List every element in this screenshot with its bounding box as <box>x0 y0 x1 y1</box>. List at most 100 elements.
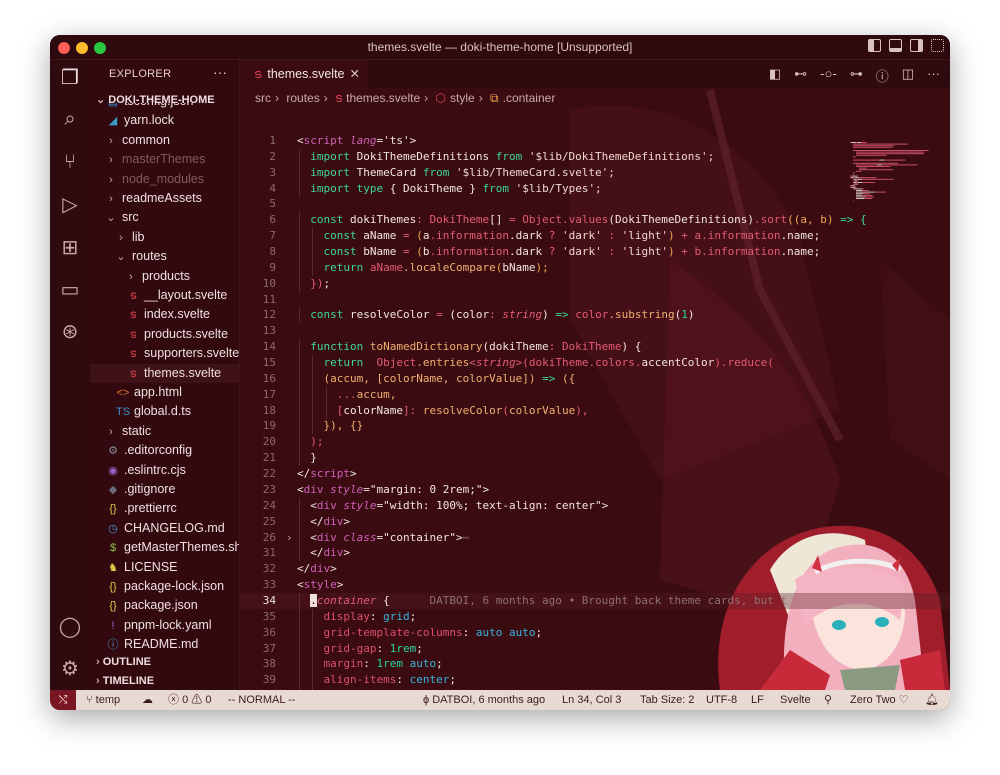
code-token: const <box>310 213 344 227</box>
indent-guide <box>312 624 314 641</box>
code-token: 1rem <box>389 641 417 655</box>
more-actions-icon[interactable]: ··· <box>213 64 227 80</box>
file-item[interactable]: ◆ .gitignore <box>90 480 239 499</box>
language-mode[interactable]: Svelte <box>780 690 811 710</box>
item-label: lib <box>132 229 145 244</box>
code-token: (DokiThemeDefinitions) <box>608 213 755 227</box>
notifications-bell-icon[interactable]: 🔔︎ <box>925 690 939 710</box>
customize-layout-icon[interactable] <box>931 39 944 52</box>
file-item[interactable]: ട index.svelte <box>90 305 239 324</box>
cursor-position[interactable]: Ln 34, Col 3 <box>562 690 621 710</box>
close-window-button[interactable] <box>58 42 70 54</box>
code-token: ) <box>667 245 682 259</box>
line-number: 31 <box>262 546 276 560</box>
feedback-icon[interactable]: ⚲ <box>824 690 832 710</box>
line-number: 22 <box>262 467 276 481</box>
toggle-secondary-sidebar-icon[interactable] <box>910 39 923 52</box>
git-blame-status[interactable]: ϕ DATBOI, 6 months ago <box>423 690 545 710</box>
folder-item[interactable]: › masterThemes <box>90 150 239 169</box>
fold-chevron-icon[interactable]: › <box>286 530 293 546</box>
minimize-window-button[interactable] <box>76 42 88 54</box>
problems-indicator[interactable]: ⓧ 0 ⚠ 0 <box>168 690 211 710</box>
file-item[interactable]: ⓘ README.md <box>90 635 239 653</box>
code-token: string <box>502 308 543 322</box>
account-icon[interactable]: ◯ <box>58 615 82 639</box>
source-control-icon[interactable]: ⑂ <box>58 150 82 174</box>
code-token: ); <box>535 260 549 274</box>
extensions-icon[interactable]: ⊞ <box>58 236 82 260</box>
folder-item[interactable]: ⌄ routes <box>90 247 239 266</box>
file-item[interactable]: {} .prettierrc <box>90 499 239 518</box>
code-token: ; <box>449 673 456 687</box>
code-token: div <box>323 546 344 560</box>
folder-item[interactable]: › node_modules <box>90 170 239 189</box>
gitlens-icon[interactable]: ⊛ <box>58 320 82 344</box>
file-item[interactable]: ⚙ .editorconfig <box>90 441 239 460</box>
outline-section[interactable]: › OUTLINE <box>96 656 151 668</box>
code-token: .sort <box>754 213 788 227</box>
folder-item[interactable]: ⌄ src <box>90 208 239 227</box>
line-ending[interactable]: LF <box>751 690 764 710</box>
json-braces-icon: {} <box>109 600 117 613</box>
maximize-window-button[interactable] <box>94 42 106 54</box>
code-token: : <box>376 641 390 655</box>
file-item[interactable]: ട themes.svelte <box>90 363 239 383</box>
encoding[interactable]: UTF-8 <box>706 690 737 710</box>
item-label: routes <box>132 249 167 264</box>
item-label: .prettierrc <box>124 501 177 516</box>
code-token: ( <box>502 403 509 417</box>
code-text: const bName = (b.information.dark ? 'dar… <box>324 244 821 260</box>
tab-size[interactable]: Tab Size: 2 <box>640 690 694 710</box>
timeline-section[interactable]: › TIMELINE <box>96 675 154 687</box>
run-debug-icon[interactable]: ▷ <box>58 193 82 217</box>
code-token: ( <box>416 245 423 259</box>
indent-guide <box>299 529 300 546</box>
settings-gear-icon[interactable]: ⚙ <box>58 657 82 681</box>
file-item[interactable]: ട products.svelte <box>90 325 239 344</box>
toggle-sidebar-icon[interactable] <box>868 39 881 52</box>
file-item[interactable]: ട supporters.svelte <box>90 344 239 363</box>
file-item[interactable]: $ getMasterThemes.sh <box>90 538 239 557</box>
explorer-icon[interactable]: ❐ <box>58 66 82 90</box>
folder-item[interactable]: › lib <box>90 228 239 247</box>
theme-indicator[interactable]: Zero Two ♡ <box>850 690 909 710</box>
file-item[interactable]: <> app.html <box>90 383 239 402</box>
item-label: .editorconfig <box>124 443 193 458</box>
file-item[interactable]: ട __layout.svelte <box>90 286 239 305</box>
sync-cloud-icon[interactable]: ☁ <box>142 690 153 710</box>
branch-indicator[interactable]: ⑂ temp <box>86 690 120 710</box>
file-item[interactable]: ♞ LICENSE <box>90 558 239 577</box>
toggle-panel-icon[interactable] <box>889 39 902 52</box>
item-label: static <box>122 423 152 438</box>
file-item[interactable]: ◉ .eslintrc.cjs <box>90 461 239 480</box>
item-label: global.d.ts <box>134 404 191 419</box>
code-token: .substring <box>608 308 675 322</box>
code-token: { <box>376 593 390 607</box>
folder-item[interactable]: › static <box>90 422 239 441</box>
code-token: aName <box>356 229 403 243</box>
code-token: ⋯ <box>462 530 470 544</box>
file-item[interactable]: ◢ yarn.lock <box>90 111 239 130</box>
folder-item[interactable]: › common <box>90 131 239 150</box>
code-text: grid-template-columns: auto auto; <box>324 625 543 641</box>
code-token: resolveColor <box>343 308 437 322</box>
file-item[interactable]: ! pnpm-lock.yaml <box>90 616 239 635</box>
code-token: < <box>297 578 304 592</box>
file-item[interactable]: ◷ CHANGELOG.md <box>90 519 239 538</box>
search-icon[interactable]: ⌕ <box>58 107 82 131</box>
file-item[interactable]: ▤tsconfig.json <box>90 103 239 111</box>
code-token: from <box>495 149 523 163</box>
folder-item[interactable]: › products <box>90 267 239 286</box>
indent-guide <box>299 688 300 690</box>
file-item[interactable]: {} package-lock.json <box>90 577 239 596</box>
remote-indicator-icon[interactable]: ⤭ <box>50 690 76 710</box>
item-label: .gitignore <box>124 482 176 496</box>
folder-item[interactable]: › readmeAssets <box>90 189 239 208</box>
file-item[interactable]: TS global.d.ts <box>90 402 239 421</box>
code-token: .information <box>701 245 781 259</box>
remote-explorer-icon[interactable]: ▭ <box>58 278 82 302</box>
file-tree[interactable]: ▤tsconfig.json ◢ yarn.lock › common › masterTh… <box>90 103 239 653</box>
file-item[interactable]: {} package.json <box>90 596 239 615</box>
line-number: 1 <box>269 134 276 147</box>
code-token: b <box>422 245 430 259</box>
